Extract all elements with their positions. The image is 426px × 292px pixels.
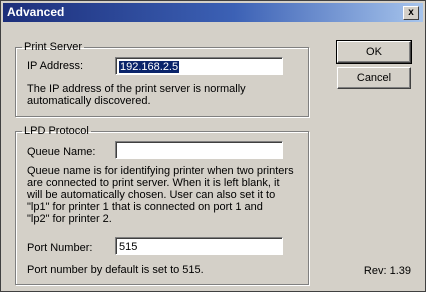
cancel-button[interactable]: Cancel xyxy=(337,67,411,89)
queue-name-field[interactable] xyxy=(115,141,283,159)
close-icon[interactable]: x xyxy=(403,6,419,20)
ip-address-description: The IP address of the print server is no… xyxy=(27,83,246,107)
title-bar[interactable]: Advanced x xyxy=(3,3,423,22)
queue-name-description: Queue name is for identifying printer wh… xyxy=(27,165,294,225)
dialog-title: Advanced xyxy=(7,5,65,19)
port-number-label: Port Number: xyxy=(27,242,93,254)
port-number-description: Port number by default is set to 515. xyxy=(27,264,204,276)
print-server-legend: Print Server xyxy=(24,41,83,53)
ip-address-value: 192.168.2.5 xyxy=(119,61,180,73)
revision-label: Rev: 1.39 xyxy=(363,265,411,277)
ip-address-label: IP Address: xyxy=(27,60,84,72)
lpd-protocol-legend: LPD Protocol xyxy=(24,125,89,137)
port-number-field[interactable]: 515 xyxy=(115,237,283,255)
ok-button[interactable]: OK xyxy=(336,40,412,64)
advanced-dialog: Advanced x Print Server IP Address: 192.… xyxy=(0,0,426,292)
ip-address-field[interactable]: 192.168.2.5 xyxy=(115,57,283,75)
queue-name-label: Queue Name: xyxy=(27,146,96,158)
